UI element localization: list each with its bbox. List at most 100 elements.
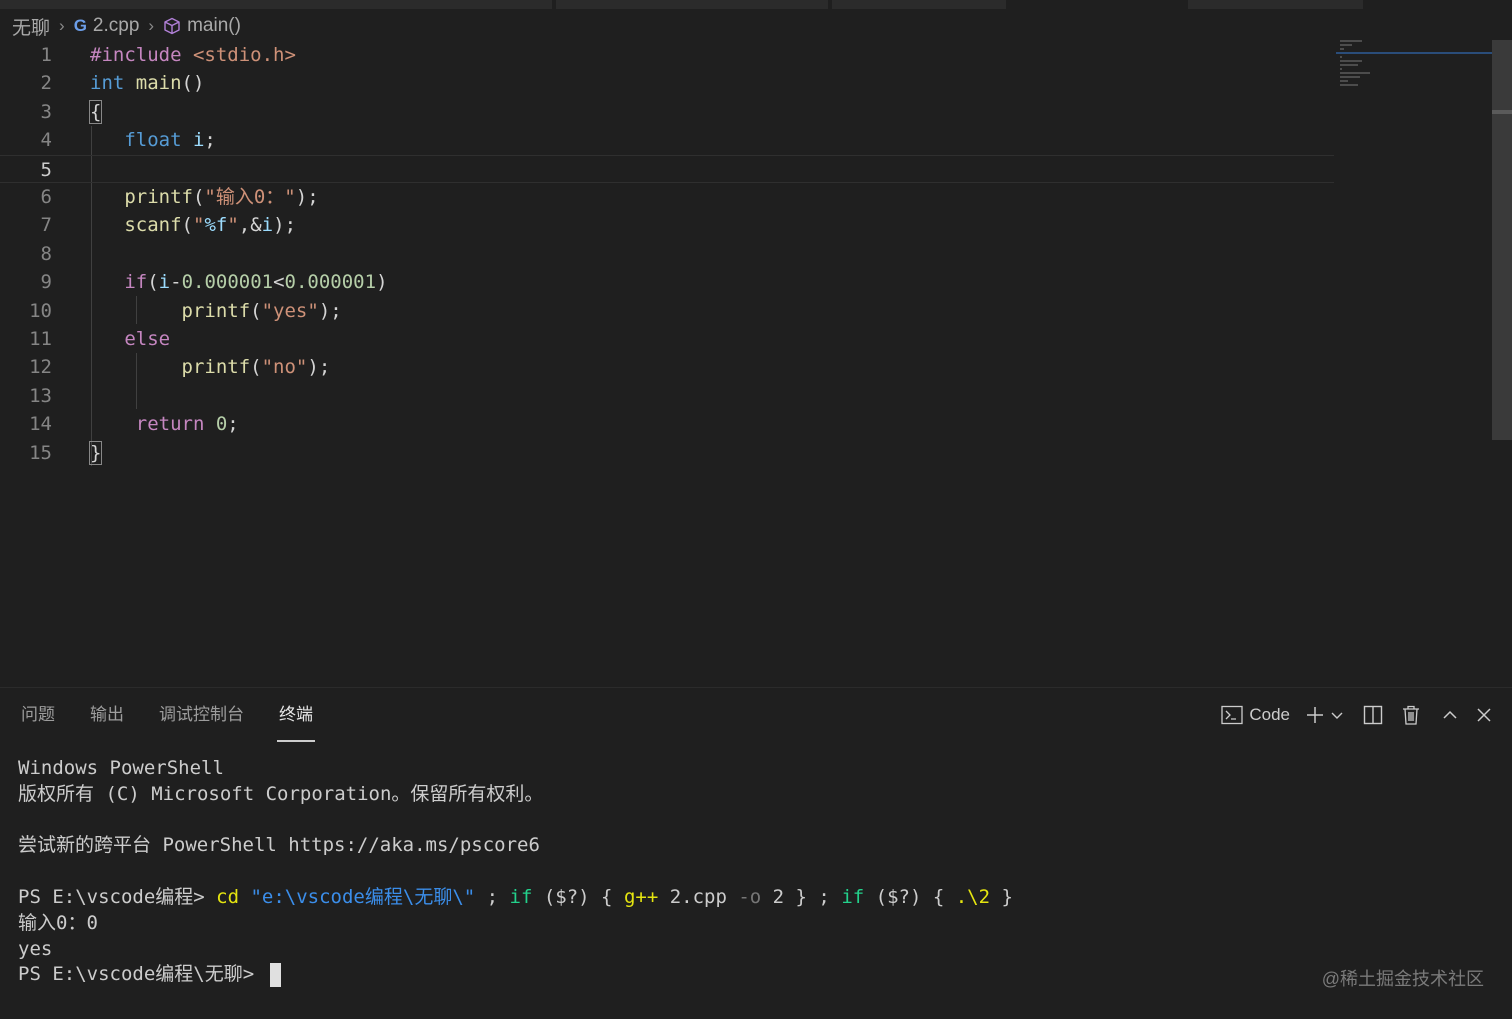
terminal-profile-button[interactable]: Code: [1221, 702, 1304, 728]
title-segment: [556, 0, 828, 9]
code-token: 0.000001: [181, 271, 274, 294]
minimap[interactable]: [1340, 40, 1400, 90]
code-token: <: [273, 271, 285, 294]
code-line-5: 5: [0, 154, 1334, 183]
code-line-3: 3 {: [0, 98, 1334, 126]
line-number: 5: [40, 158, 52, 181]
code-token: %f: [204, 214, 228, 237]
code-token: -: [170, 271, 182, 294]
code-token: int: [90, 72, 125, 95]
terminal-prompt: PS E:\vscode编程>: [18, 885, 217, 908]
chevron-right-icon: ›: [148, 16, 155, 35]
code-token: ,&: [238, 214, 262, 237]
line-number: 15: [29, 441, 52, 464]
code-line-12: 12 printf("no");: [0, 353, 1334, 381]
code-token: ": [227, 214, 239, 237]
code-token: ": [192, 214, 205, 237]
code-token: else: [124, 328, 171, 350]
maximize-panel-button[interactable]: [1438, 702, 1462, 728]
terminal-cursor: [269, 962, 281, 987]
terminal-token: }: [990, 885, 1013, 908]
title-segment: [0, 0, 552, 9]
line-number: 2: [40, 72, 52, 95]
close-panel-button[interactable]: [1472, 702, 1496, 728]
chevron-right-icon: ›: [59, 16, 65, 35]
terminal-token: 2.cpp: [658, 885, 739, 908]
title-strip: [0, 0, 1512, 9]
code-token: printf: [181, 299, 251, 322]
code-token: main: [124, 72, 182, 95]
breadcrumb-file[interactable]: 2.cpp: [93, 15, 139, 37]
close-icon: [1476, 707, 1492, 723]
chevron-up-icon: [1442, 707, 1458, 723]
terminal-token: -o: [738, 885, 762, 908]
line-number: 6: [40, 186, 52, 208]
terminal-line: Windows PowerShell: [18, 757, 224, 779]
code-token: (): [181, 72, 205, 95]
code-token: (: [250, 356, 262, 379]
line-number: 13: [29, 384, 52, 407]
line-number: 9: [40, 271, 52, 294]
panel-actions: Code: [1221, 702, 1496, 728]
code-token: 0: [204, 413, 228, 436]
code-token: return: [135, 413, 205, 436]
code-line-13: 13: [0, 382, 1334, 410]
code-token: printf: [124, 186, 193, 208]
code-line-2: 2 int main(): [0, 69, 1334, 97]
code-token: #include: [90, 44, 182, 66]
editor-scrollbar[interactable]: [1492, 40, 1512, 686]
plus-icon: [1305, 705, 1325, 725]
terminal-token: ($?) {: [532, 885, 624, 908]
line-number: 14: [29, 413, 52, 436]
line-number: 7: [40, 214, 52, 237]
code-line-10: 10 printf("yes");: [0, 297, 1334, 325]
code-token: ): [376, 271, 388, 294]
breadcrumb-folder[interactable]: 无聊: [12, 13, 50, 40]
code-token: 0.000001: [284, 271, 377, 294]
terminal-profile-label: Code: [1249, 705, 1290, 724]
scrollbar-thumb[interactable]: [1492, 40, 1512, 440]
breadcrumb-symbol[interactable]: main(): [187, 15, 241, 37]
code-token: );: [273, 214, 297, 237]
tab-terminal[interactable]: 终端: [277, 688, 315, 742]
terminal-token: ;: [475, 885, 510, 908]
code-line-1: 1 #include <stdio.h>: [0, 41, 1334, 69]
code-line-4: 4 float i;: [0, 126, 1334, 154]
trash-icon: [1402, 705, 1420, 725]
terminal-dropdown-button[interactable]: [1326, 702, 1348, 728]
terminal-token: g++: [623, 885, 659, 908]
terminal-line: yes: [18, 937, 53, 960]
code-token: printf: [181, 356, 251, 379]
code-line-15: 15 }: [0, 439, 1334, 467]
watermark: @稀土掘金技术社区: [1321, 969, 1484, 989]
code-editor[interactable]: 1 #include <stdio.h> 2 int main() 3 { 4 …: [0, 40, 1492, 686]
minimap-slider[interactable]: [1336, 52, 1492, 54]
terminal-token: .\2: [955, 885, 991, 908]
line-number: 12: [29, 356, 52, 379]
code-token: "yes": [261, 299, 319, 322]
title-segment: [832, 0, 1006, 9]
new-terminal-button[interactable]: [1304, 702, 1326, 728]
code-token: i: [181, 129, 205, 152]
code-token: {: [88, 99, 103, 124]
tab-debug-console[interactable]: 调试控制台: [159, 688, 244, 742]
code-token: );: [318, 299, 342, 322]
kill-terminal-button[interactable]: [1398, 702, 1424, 728]
code-line-11: 11 else: [0, 325, 1334, 353]
terminal-token: "e:\vscode编程\无聊\": [239, 885, 476, 908]
code-token: i: [158, 271, 171, 294]
line-number: 1: [40, 44, 52, 66]
line-number: 4: [40, 129, 52, 152]
bottom-panel: 问题 输出 调试控制台 终端 Code Windows PowerShell 版…: [0, 687, 1512, 1019]
line-number: 11: [29, 328, 52, 350]
code-token: (: [250, 299, 262, 322]
terminal-token: if: [509, 885, 533, 908]
code-token: );: [307, 356, 331, 379]
tab-problems[interactable]: 问题: [21, 688, 55, 742]
tab-output[interactable]: 输出: [90, 688, 124, 742]
terminal-output[interactable]: Windows PowerShell 版权所有 (C) Microsoft Co…: [18, 756, 1488, 988]
chevron-down-icon: [1330, 708, 1344, 722]
split-terminal-button[interactable]: [1360, 702, 1386, 728]
terminal-icon: [1221, 705, 1244, 725]
